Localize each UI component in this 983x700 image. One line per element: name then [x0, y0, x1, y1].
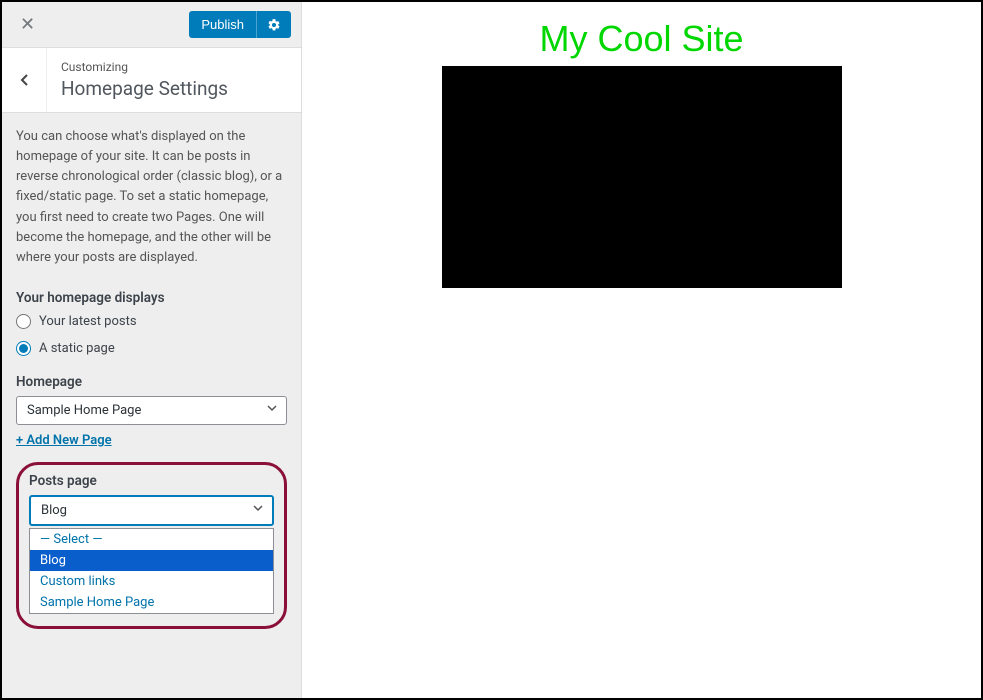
chevron-down-icon — [252, 502, 264, 518]
radio-latest-input[interactable] — [16, 314, 31, 329]
customizer-sidebar: ✕ Publish Customizing Homepage Settings — [2, 2, 302, 698]
radio-static-input[interactable] — [16, 341, 31, 356]
site-title: My Cool Site — [539, 18, 743, 60]
chevron-down-icon — [266, 402, 278, 418]
section-header: Customizing Homepage Settings — [2, 48, 301, 113]
sidebar-content: You can choose what's displayed on the h… — [2, 113, 301, 643]
homepage-select-value: Sample Home Page — [27, 403, 141, 418]
intro-text: You can choose what's displayed on the h… — [16, 127, 287, 268]
topbar: ✕ Publish — [2, 2, 301, 48]
back-button[interactable] — [2, 48, 47, 112]
radio-latest-label: Your latest posts — [39, 314, 137, 329]
publish-label: Publish — [189, 11, 257, 38]
publish-group: Publish — [189, 11, 291, 38]
posts-page-select[interactable]: Blog — [29, 495, 274, 526]
gear-icon[interactable] — [257, 12, 291, 38]
posts-page-highlight: Posts page Blog — Select — Blog Custom l… — [16, 462, 287, 629]
preview-pane: My Cool Site — [302, 2, 981, 698]
dropdown-option-select[interactable]: — Select — — [30, 529, 273, 550]
dropdown-option-blog[interactable]: Blog — [30, 550, 273, 571]
chevron-left-icon — [19, 73, 29, 87]
close-button[interactable]: ✕ — [12, 10, 43, 39]
posts-page-label: Posts page — [29, 473, 274, 489]
posts-page-select-value: Blog — [41, 503, 67, 518]
homepage-field: Homepage Sample Home Page + Add New Page — [16, 374, 287, 448]
close-icon: ✕ — [20, 14, 35, 34]
publish-button[interactable]: Publish — [189, 11, 291, 38]
radio-latest-posts[interactable]: Your latest posts — [16, 314, 287, 329]
radio-static-label: A static page — [39, 341, 115, 356]
breadcrumb: Customizing — [61, 60, 287, 74]
header-text: Customizing Homepage Settings — [47, 48, 301, 112]
homepage-select[interactable]: Sample Home Page — [16, 396, 287, 425]
homepage-label: Homepage — [16, 374, 287, 390]
page-title: Homepage Settings — [61, 77, 287, 100]
dropdown-option-custom-links[interactable]: Custom links — [30, 571, 273, 592]
display-heading: Your homepage displays — [16, 290, 287, 306]
add-new-page-link[interactable]: + Add New Page — [16, 433, 112, 448]
preview-content-block — [442, 66, 842, 288]
dropdown-option-sample-home[interactable]: Sample Home Page — [30, 592, 273, 613]
radio-static-page[interactable]: A static page — [16, 341, 287, 356]
posts-page-dropdown: — Select — Blog Custom links Sample Home… — [29, 528, 274, 614]
